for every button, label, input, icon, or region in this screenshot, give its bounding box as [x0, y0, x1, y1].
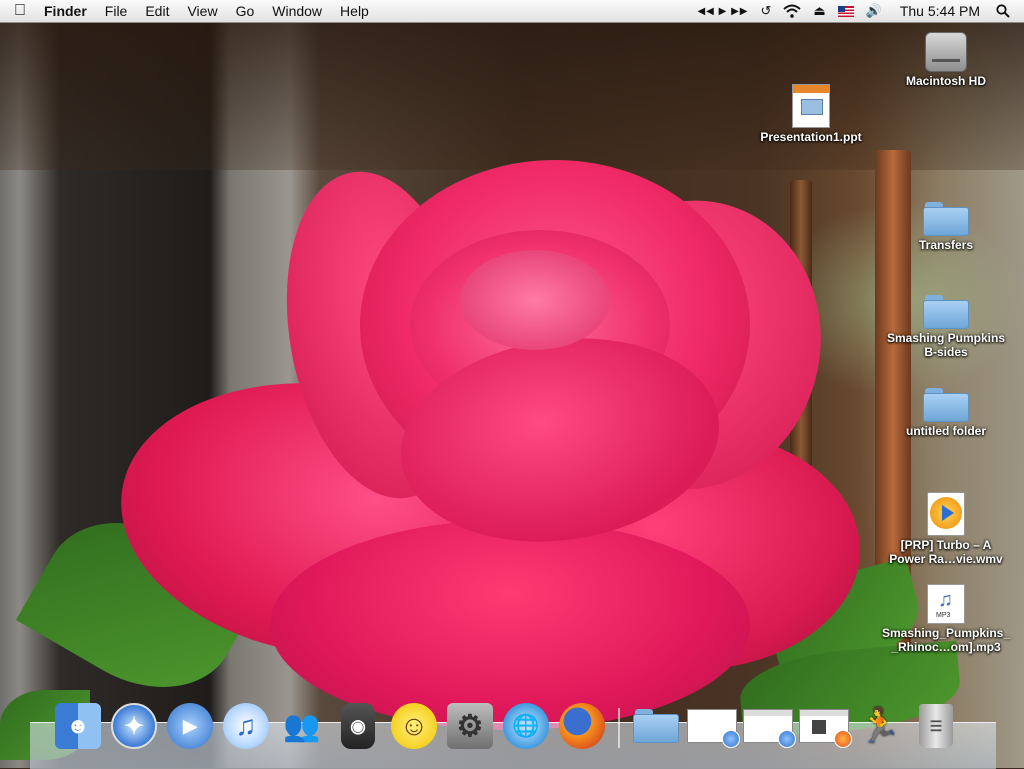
messenger-buddies-icon: 👥 — [283, 709, 321, 743]
desktop-icon-label-line: Smashing Pumpkins — [886, 331, 1006, 345]
wifi-icon[interactable] — [777, 0, 807, 22]
desktop-icon-smashing-pumpkins-bsides[interactable]: Smashing Pumpkins B-sides — [881, 295, 1011, 359]
desktop-icon-turbo-video[interactable]: [PRP] Turbo – A Power Ra…vie.wmv — [881, 492, 1011, 566]
desktop-icon-label-line: B-sides — [924, 345, 968, 359]
menu-file[interactable]: File — [96, 0, 137, 22]
dock-internet[interactable]: 🌐 — [500, 700, 552, 752]
dock: ☻ ✦ ▶ ♫ 👥 ◉ ☺ ⚙ 🌐 🏃 ☰ — [50, 692, 964, 752]
desktop-icon-transfers[interactable]: Transfers — [881, 202, 1011, 252]
desktop-icon-label-line: Smashing_Pumpkins_ — [881, 626, 1011, 640]
desktop-icon-label-line: [PRP] Turbo – A — [900, 538, 992, 552]
audio-recorder-icon: ◉ — [341, 703, 375, 749]
ichat-video-icon: ▶ — [167, 703, 213, 749]
time-machine-icon[interactable]: ↺ — [754, 0, 777, 22]
menu-extras: ◀◀ ▶ ▶▶ ↺ ⏏ 🔊 Thu 5:44 PM — [691, 0, 1024, 22]
applications-folder-icon — [633, 709, 679, 743]
dock-applications-folder[interactable] — [630, 700, 682, 752]
media-controls-icon[interactable]: ◀◀ ▶ ▶▶ — [691, 0, 754, 22]
safari-compass-icon: ✦ — [111, 703, 157, 749]
dock-safari[interactable]: ✦ — [108, 700, 160, 752]
menu-help[interactable]: Help — [331, 0, 378, 22]
menu-clock[interactable]: Thu 5:44 PM — [888, 3, 990, 19]
globe-chat-icon: 🌐 — [503, 703, 549, 749]
dock-audio-hijack[interactable]: ◉ — [332, 700, 384, 752]
powerpoint-document-icon — [792, 84, 830, 128]
folder-icon — [923, 202, 969, 236]
desktop-icon-macintosh-hd[interactable]: Macintosh HD — [881, 32, 1011, 88]
desktop-icon-label: Smashing_Pumpkins_ _Rhinoc…om].mp3 — [881, 626, 1011, 654]
itunes-icon: ♫ — [223, 703, 269, 749]
volume-icon[interactable]: 🔊 — [860, 0, 888, 22]
aim-running-man-icon: 🏃 — [858, 707, 902, 745]
desktop-icon-label: [PRP] Turbo – A Power Ra…vie.wmv — [881, 538, 1011, 566]
desktop-icon-smashing-pumpkins-mp3[interactable]: ♫ MP3 Smashing_Pumpkins_ _Rhinoc…om].mp3 — [881, 584, 1011, 654]
spotlight-search-icon[interactable] — [990, 0, 1024, 22]
minimized-window-thumbnail — [687, 709, 740, 748]
gear-icon: ⚙ — [447, 703, 493, 749]
menu-view[interactable]: View — [178, 0, 226, 22]
safari-badge-icon — [778, 730, 796, 748]
folder-icon — [923, 388, 969, 422]
dock-minimized-window[interactable] — [742, 700, 796, 752]
firefox-icon — [559, 703, 605, 749]
desktop-icon-presentation[interactable]: Presentation1.ppt — [746, 84, 876, 144]
dock-trash[interactable]: ☰ — [910, 700, 962, 752]
trash-icon: ☰ — [919, 704, 953, 748]
minimized-window-thumbnail — [799, 709, 852, 748]
folder-icon — [923, 295, 969, 329]
video-file-icon — [927, 492, 965, 536]
finder-icon: ☻ — [55, 703, 101, 749]
dock-system-preferences[interactable]: ⚙ — [444, 700, 496, 752]
menu-window[interactable]: Window — [263, 0, 331, 22]
eject-icon[interactable]: ⏏ — [807, 0, 831, 22]
safari-badge-icon — [722, 730, 740, 748]
desktop-icon-label: Transfers — [918, 238, 974, 252]
dock-firefox[interactable] — [556, 700, 608, 752]
dock-yahoo-messenger[interactable]: ☺ — [388, 700, 440, 752]
mp3-file-icon: ♫ MP3 — [927, 584, 965, 624]
smiley-icon: ☺ — [391, 703, 437, 749]
desktop-icon-label: untitled folder — [906, 424, 986, 438]
minimized-window-thumbnail — [743, 709, 796, 748]
app-menu[interactable]: Finder — [40, 0, 96, 22]
dock-aim[interactable]: 🏃 — [854, 700, 906, 752]
dock-itunes[interactable]: ♫ — [220, 700, 272, 752]
desktop-icon-label: Macintosh HD — [905, 74, 986, 88]
flag-icon[interactable] — [832, 0, 860, 22]
desktop-icon-untitled-folder[interactable]: untitled folder — [881, 388, 1011, 438]
dock-messenger[interactable]: 👥 — [276, 700, 328, 752]
apple-menu-icon[interactable]:  — [0, 2, 40, 20]
dock-minimized-window[interactable] — [798, 700, 852, 752]
rose-petal — [460, 250, 610, 350]
firefox-badge-icon — [834, 730, 852, 748]
desktop-icon-label: Presentation1.ppt — [760, 130, 862, 144]
dock-minimized-window[interactable] — [686, 700, 740, 752]
menu-go[interactable]: Go — [227, 0, 264, 22]
menu-bar:  Finder File Edit View Go Window Help ◀… — [0, 0, 1024, 23]
dock-finder[interactable]: ☻ — [52, 700, 104, 752]
desktop-icon-label-line: _Rhinoc…om].mp3 — [891, 640, 1001, 654]
menu-edit[interactable]: Edit — [136, 0, 178, 22]
desktop-icon-label: Smashing Pumpkins B-sides — [881, 331, 1011, 359]
hard-disk-icon — [925, 32, 967, 72]
desktop-icon-label-line: Power Ra…vie.wmv — [889, 552, 1003, 566]
dock-ichat[interactable]: ▶ — [164, 700, 216, 752]
dock-separator — [618, 708, 620, 748]
